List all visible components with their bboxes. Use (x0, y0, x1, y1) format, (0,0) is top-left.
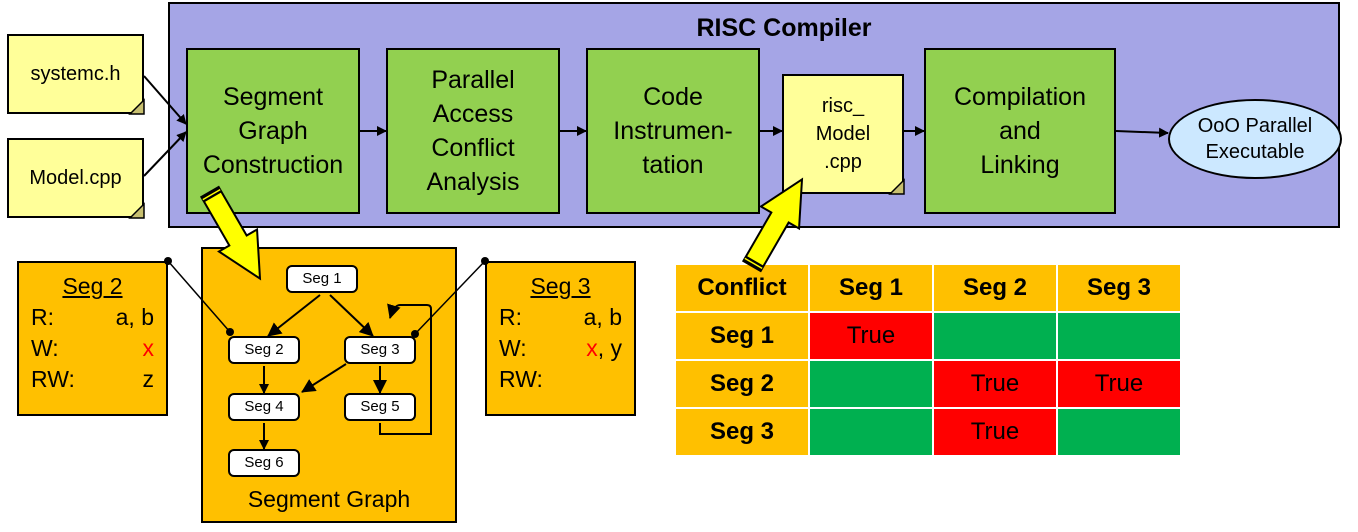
connector-layer (128, 75, 1169, 450)
note-fold-icon (128, 98, 145, 115)
flow-arrow (143, 131, 187, 177)
graph-edge (267, 294, 321, 337)
flow-arrow (143, 75, 187, 125)
graph-edge (301, 363, 347, 393)
callout-dot (411, 330, 419, 338)
callout-line (414, 260, 486, 335)
callout-line (167, 260, 231, 333)
callout-dot (226, 328, 234, 336)
flow-arrow (1115, 127, 1169, 138)
yellow-arrow-to-risc-model-icon (741, 177, 804, 273)
callout-dot (481, 257, 489, 265)
callout-dot (164, 257, 172, 265)
graph-edge (329, 294, 374, 337)
yellow-arrow-to-graph-icon (199, 185, 262, 281)
note-fold-icon (128, 202, 145, 219)
note-fold-icon (888, 178, 905, 195)
